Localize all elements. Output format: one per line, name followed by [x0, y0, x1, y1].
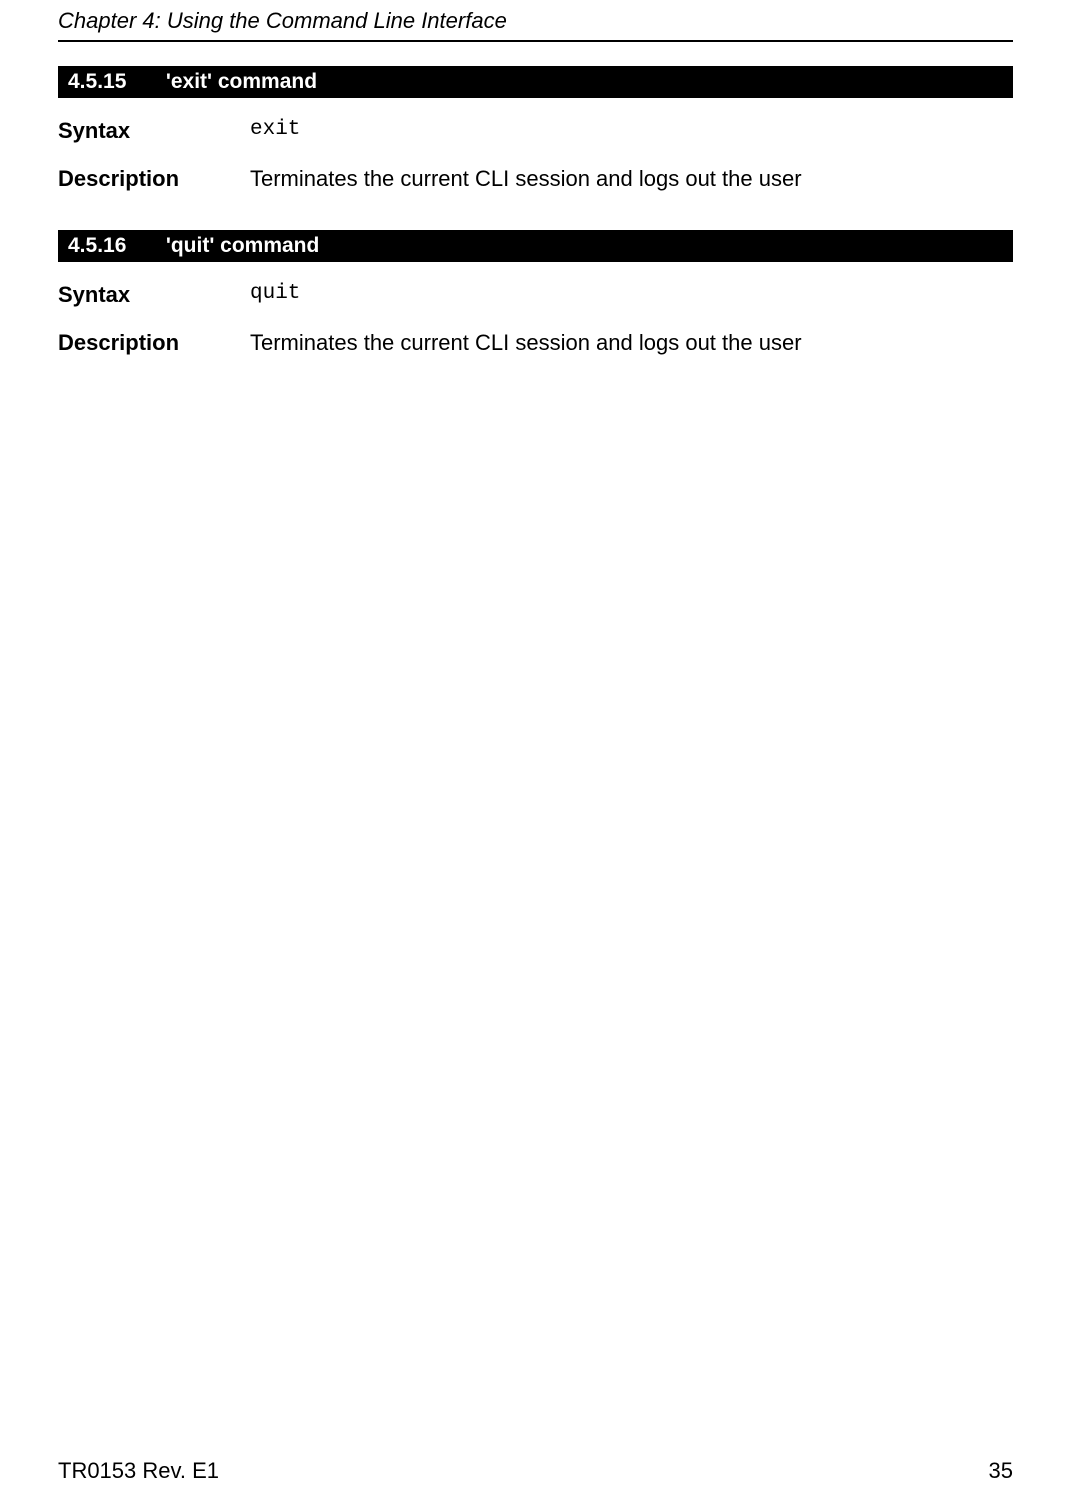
syntax-value: exit	[250, 118, 1013, 144]
chapter-header: Chapter 4: Using the Command Line Interf…	[58, 0, 1013, 42]
section-title: 'exit' command	[166, 70, 317, 93]
section-title: 'quit' command	[166, 234, 320, 257]
description-value: Terminates the current CLI session and l…	[250, 166, 1013, 192]
chapter-title: Chapter 4: Using the Command Line Interf…	[58, 8, 507, 33]
section-heading-bar: 4.5.16 'quit' command	[58, 230, 1013, 262]
syntax-label: Syntax	[58, 118, 250, 144]
section-quit: 4.5.16 'quit' command Syntax quit Descri…	[58, 230, 1013, 356]
page-footer: TR0153 Rev. E1 35	[58, 1458, 1013, 1484]
section-exit: 4.5.15 'exit' command Syntax exit Descri…	[58, 66, 1013, 192]
description-label: Description	[58, 166, 250, 192]
doc-revision: TR0153 Rev. E1	[58, 1458, 219, 1484]
syntax-row: Syntax exit	[58, 118, 1013, 144]
description-row: Description Terminates the current CLI s…	[58, 330, 1013, 356]
syntax-value: quit	[250, 282, 1013, 308]
description-row: Description Terminates the current CLI s…	[58, 166, 1013, 192]
section-number: 4.5.16	[68, 234, 160, 258]
section-number: 4.5.15	[68, 70, 160, 94]
syntax-row: Syntax quit	[58, 282, 1013, 308]
description-value: Terminates the current CLI session and l…	[250, 330, 1013, 356]
description-label: Description	[58, 330, 250, 356]
page-number: 35	[989, 1458, 1013, 1484]
syntax-label: Syntax	[58, 282, 250, 308]
section-heading-bar: 4.5.15 'exit' command	[58, 66, 1013, 98]
